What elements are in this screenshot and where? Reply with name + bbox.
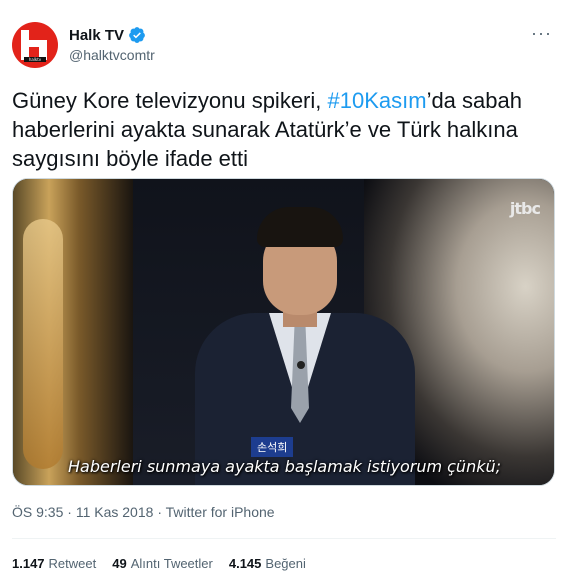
anchor-name-caption: 손석희: [251, 437, 294, 457]
retweets-label: Retweet: [48, 556, 97, 571]
tweet-text: Güney Kore televizyonu spikeri, #10Kasım…: [12, 86, 556, 173]
likes-stat[interactable]: 4.145 Beğeni: [229, 556, 306, 571]
meta-separator: ·: [157, 504, 162, 520]
quotes-label: Alıntı Tweetler: [130, 556, 213, 571]
channel-logo: jtbc: [509, 199, 541, 218]
more-options-icon[interactable]: ···: [531, 24, 552, 42]
tweet-source[interactable]: Twitter for iPhone: [166, 504, 275, 520]
video-subtitle: Haberleri sunmaya ayakta başlamak istiyo…: [68, 457, 501, 476]
tweet-text-before: Güney Kore televizyonu spikeri,: [12, 88, 328, 113]
likes-label: Beğeni: [265, 556, 306, 571]
halk-tv-logo-icon: [21, 30, 49, 60]
anchor-hair: [257, 207, 343, 247]
meta-separator: ·: [67, 504, 72, 520]
lapel-mic-icon: [297, 361, 305, 369]
media-background-glow: [23, 219, 63, 469]
author-handle[interactable]: @halktvcomtr: [69, 47, 155, 63]
author-name-row: Halk TV: [69, 26, 146, 44]
tweet-media[interactable]: jtbc 손석희 Haberleri sunmaya ayakta başlam…: [12, 178, 555, 486]
verified-badge-icon: [129, 27, 145, 43]
tweet-date[interactable]: 11 Kas 2018: [76, 504, 154, 520]
quotes-count: 49: [112, 556, 127, 571]
avatar[interactable]: halktv: [12, 22, 58, 68]
tweet-header: halktv Halk TV @halktvcomtr ···: [12, 14, 556, 68]
news-anchor-figure: [195, 201, 415, 485]
divider: [12, 538, 556, 539]
tweet-meta: ÖS 9:35 · 11 Kas 2018 · Twitter for iPho…: [12, 504, 275, 520]
retweets-stat[interactable]: 1.147 Retweet: [12, 556, 96, 571]
tweet-time[interactable]: ÖS 9:35: [12, 504, 63, 520]
author-display-name[interactable]: Halk TV: [69, 27, 124, 44]
hashtag-link[interactable]: #10Kasım: [328, 88, 427, 113]
avatar-tag: halktv: [24, 57, 46, 62]
tweet-stats: 1.147 Retweet 49 Alıntı Tweetler 4.145 Beğe…: [12, 556, 306, 571]
retweets-count: 1.147: [12, 556, 45, 571]
likes-count: 4.145: [228, 556, 262, 571]
quotes-stat[interactable]: 49 Alıntı Tweetler: [112, 556, 213, 571]
